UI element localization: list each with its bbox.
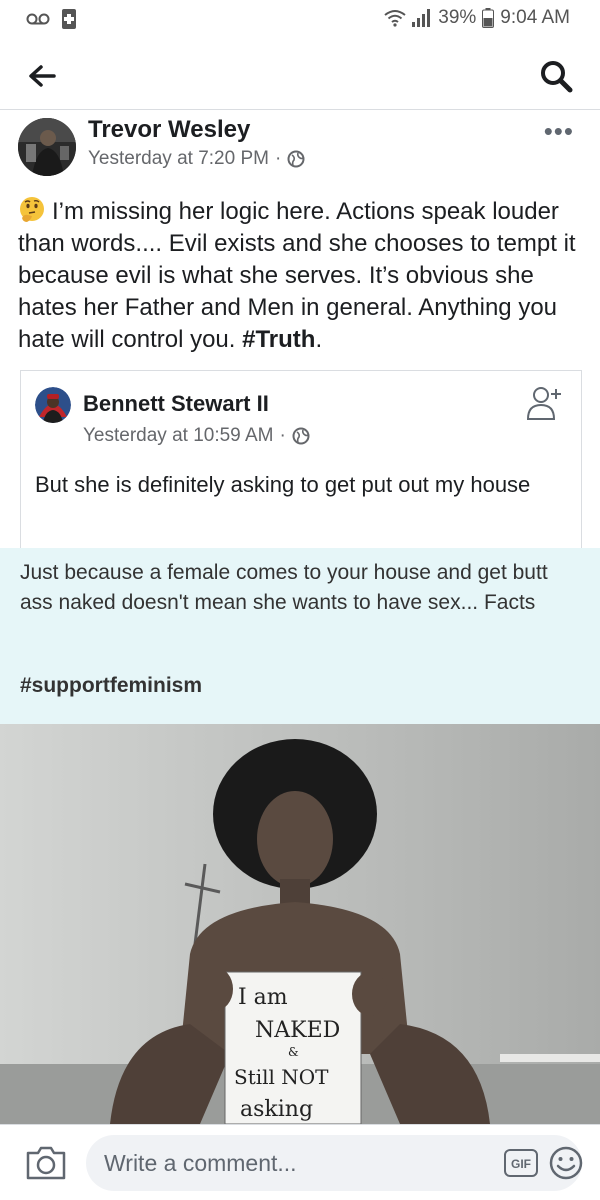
shared-avatar-photo: [35, 387, 71, 423]
clock: 9:04 AM: [500, 7, 570, 28]
shared-author-name[interactable]: Bennett Stewart II: [83, 391, 269, 417]
gif-label: GIF: [511, 1157, 531, 1171]
author-name[interactable]: Trevor Wesley: [88, 116, 250, 144]
author-avatar[interactable]: [18, 118, 76, 176]
shared-author-avatar[interactable]: [35, 387, 71, 423]
meme-caption: Just because a female comes to your hous…: [20, 561, 548, 614]
shared-text: But she is definitely asking to get put …: [35, 472, 531, 497]
more-options-button[interactable]: •••: [544, 116, 574, 147]
emoji-button[interactable]: [548, 1145, 584, 1181]
post-header: Trevor Wesley Yesterday at 7:20 PM · •••: [0, 110, 600, 186]
emoji-icon: [549, 1146, 583, 1180]
gif-button[interactable]: GIF: [504, 1149, 538, 1177]
voicemail-icon: [26, 13, 50, 25]
status-bar: 39% 9:04 AM: [0, 0, 600, 36]
camera-icon: [26, 1146, 66, 1180]
sign-line-1: I am: [238, 985, 288, 1010]
shared-timestamp[interactable]: Yesterday at 10:59 AM: [83, 425, 273, 447]
battery-percent: 39%: [438, 7, 477, 28]
comment-bar: Write a comment... GIF: [0, 1124, 600, 1200]
back-button[interactable]: [24, 58, 60, 94]
sign-line-2: NAKED: [255, 1018, 340, 1043]
post-body-end: .: [315, 326, 323, 353]
shared-post-card[interactable]: Bennett Stewart II Yesterday at 10:59 AM…: [20, 370, 582, 548]
post-timestamp[interactable]: Yesterday at 7:20 PM: [88, 148, 269, 170]
meme-photo: I am NAKED & Still NOT asking: [0, 724, 600, 1124]
post-hashtag[interactable]: #Truth: [242, 326, 315, 353]
gif-icon: GIF: [504, 1149, 538, 1177]
avatar-photo: [18, 118, 76, 176]
status-left: [26, 9, 76, 29]
back-arrow-icon: [29, 65, 56, 87]
meta-separator: ·: [274, 148, 282, 169]
battery-icon: [482, 8, 495, 28]
globe-icon: [292, 427, 310, 445]
globe-icon: [287, 150, 305, 168]
app-header: [0, 40, 600, 110]
status-right: 39% 9:04 AM: [384, 7, 570, 29]
meme-caption-area: Just because a female comes to your hous…: [0, 548, 600, 724]
search-icon: [541, 61, 573, 93]
search-button[interactable]: [536, 56, 576, 96]
shared-meta: Yesterday at 10:59 AM ·: [83, 425, 310, 447]
post-meta: Yesterday at 7:20 PM ·: [88, 148, 305, 170]
thinking-face-icon: [20, 197, 44, 222]
sim-icon: [62, 9, 76, 29]
meme-hashtag: #supportfeminism: [20, 674, 203, 697]
sign-line-3: &: [288, 1045, 299, 1059]
add-friend-button[interactable]: [525, 383, 565, 423]
add-friend-icon: [526, 387, 561, 420]
shared-image[interactable]: Just because a female comes to your hous…: [0, 548, 600, 1124]
sign-line-4: Still NOT: [234, 1065, 329, 1089]
shared-meta-separator: ·: [279, 425, 286, 446]
camera-button[interactable]: [24, 1143, 68, 1183]
signal-icon: [412, 9, 431, 27]
wifi-icon: [384, 10, 406, 27]
post-text: I’m missing her logic here. Actions spea…: [18, 196, 584, 356]
sign-line-5: asking: [240, 1097, 313, 1122]
